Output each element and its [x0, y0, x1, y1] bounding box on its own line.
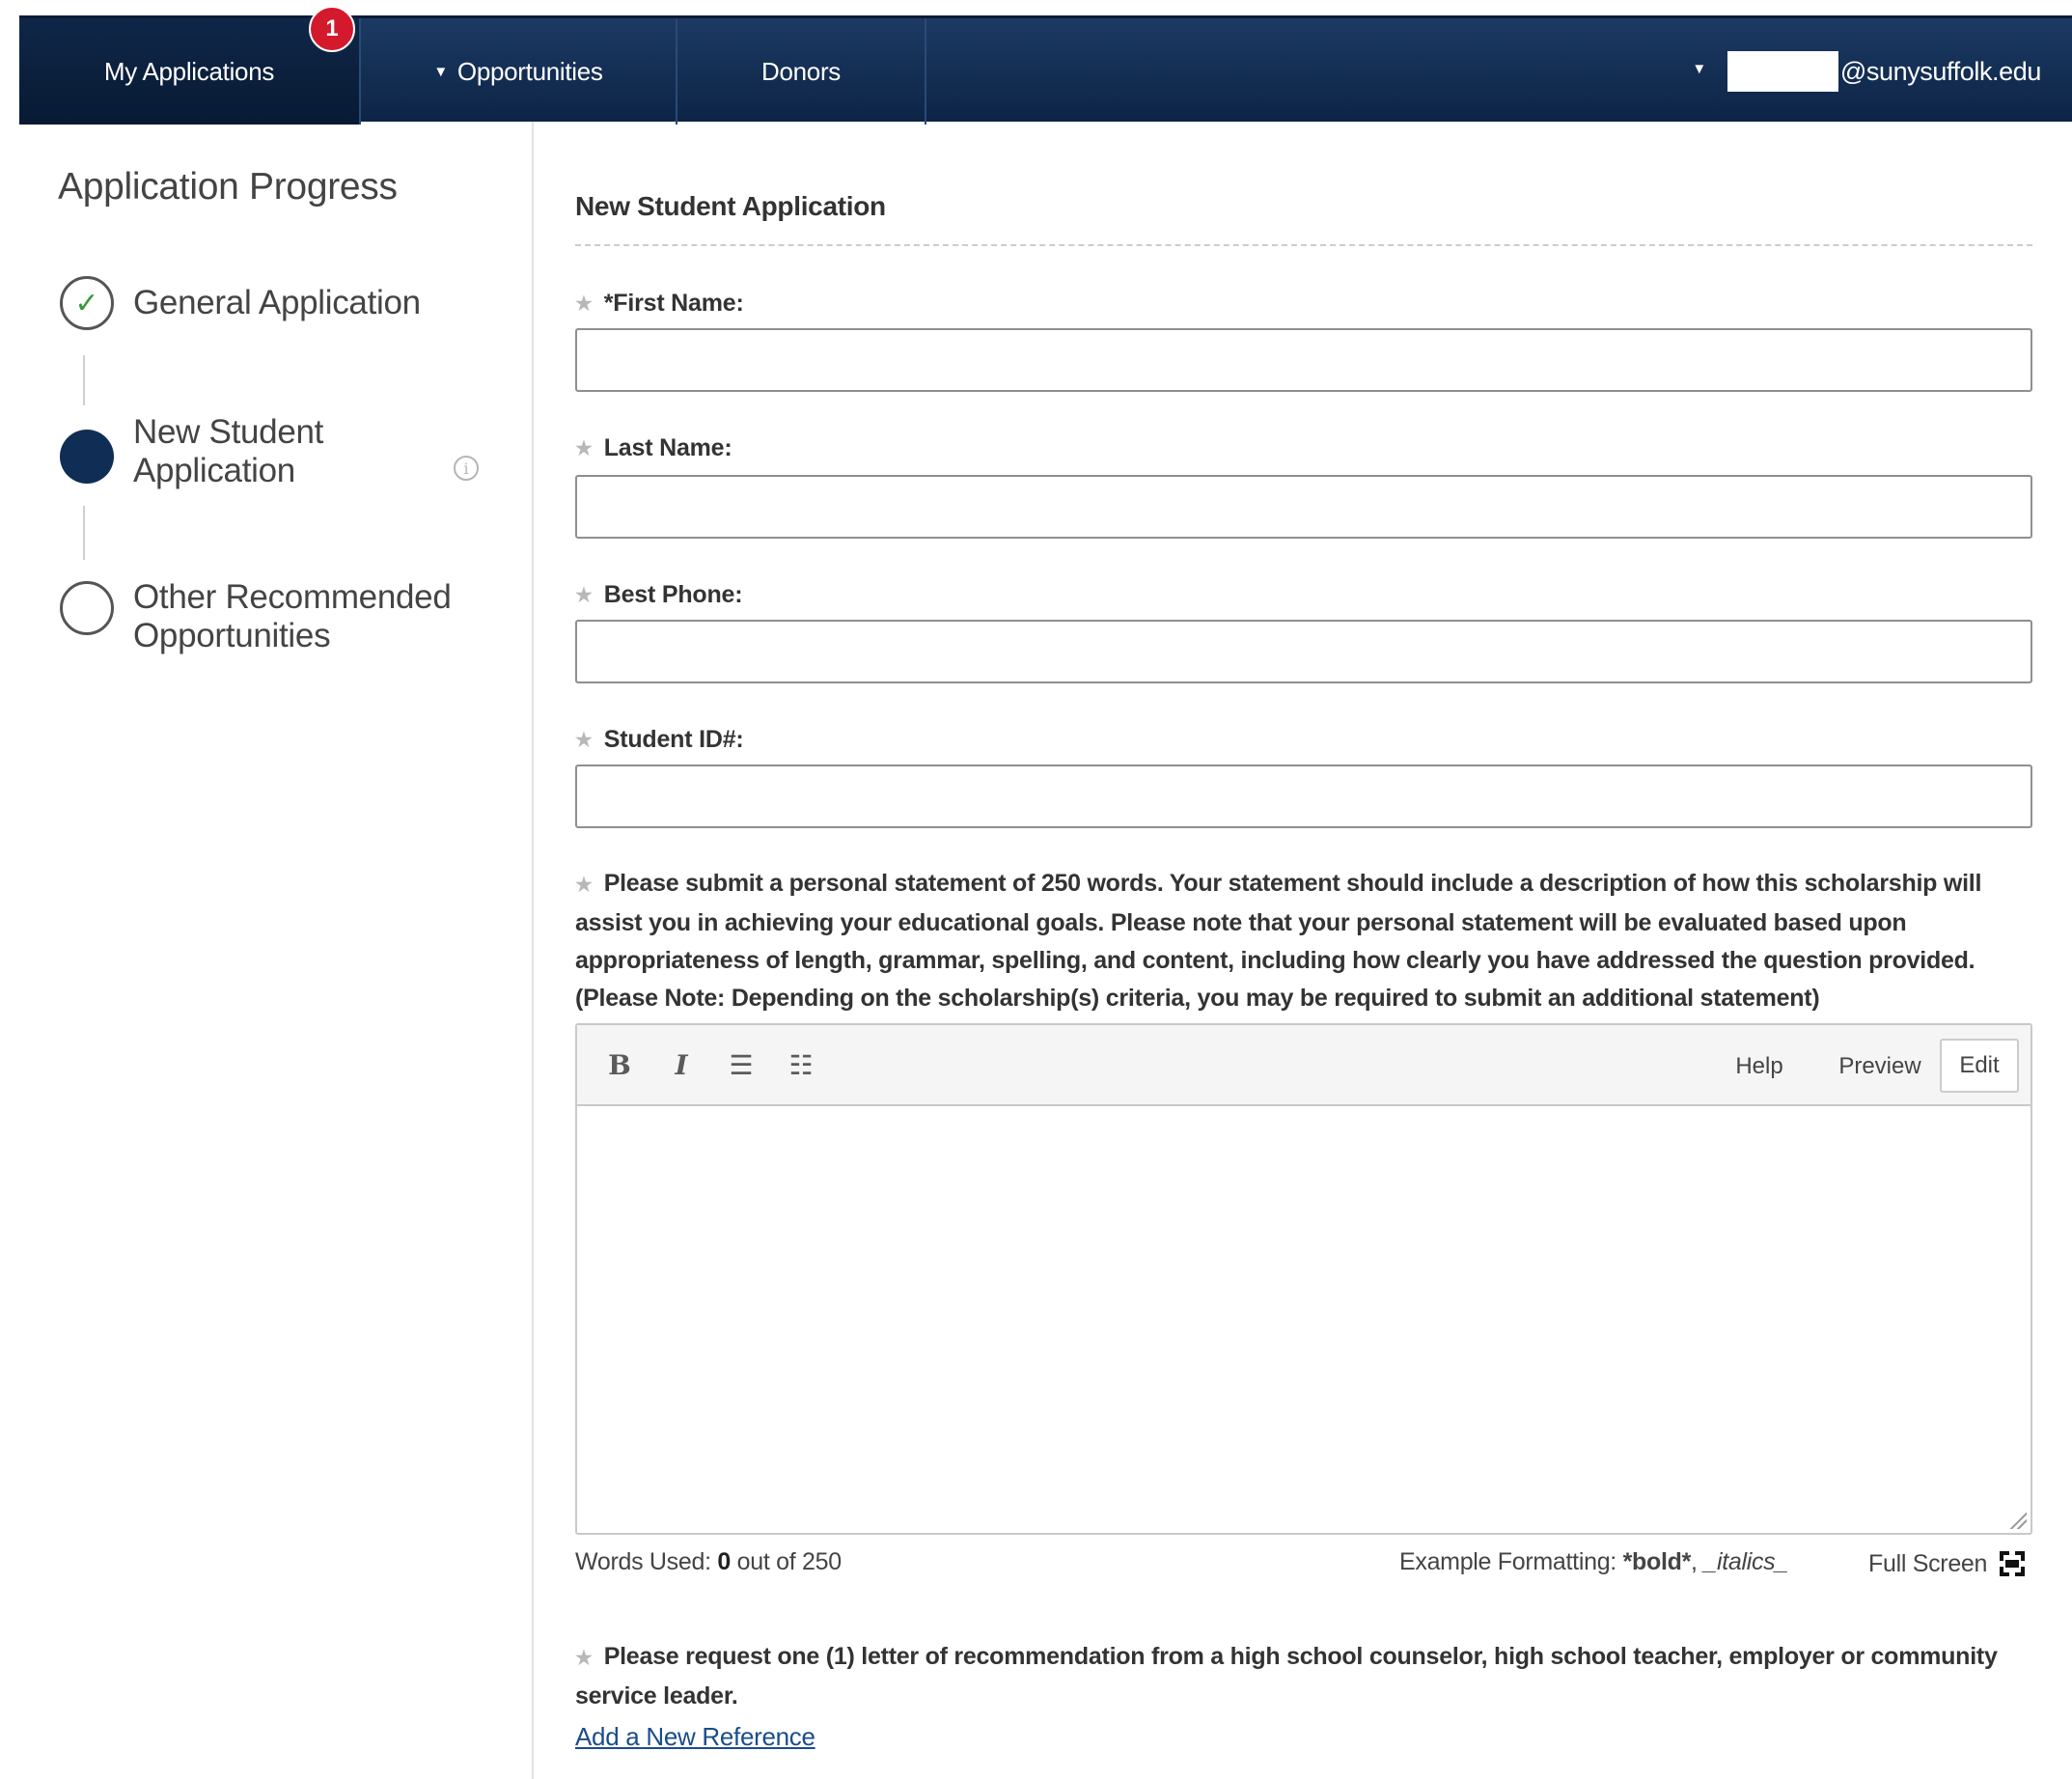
step-general-application[interactable]: General Application — [133, 284, 421, 322]
help-button[interactable]: Help — [1716, 1044, 1803, 1089]
last-name-label: ★ Last Name: — [575, 434, 732, 462]
user-email: @sunysuffolk.edu — [1839, 56, 2042, 86]
info-icon[interactable]: i — [454, 456, 479, 481]
preview-button[interactable]: Preview — [1822, 1044, 1938, 1089]
caret-down-icon: ▼ — [1692, 60, 1706, 77]
required-star-icon: ★ — [575, 293, 593, 315]
user-menu[interactable]: ▼ @sunysuffolk.edu — [1692, 18, 2041, 125]
step-other-recommended-opportunities[interactable]: Other Recommended Opportunities — [133, 578, 452, 655]
label-text: *First Name: — [603, 290, 744, 317]
tab-donors[interactable]: Donors — [677, 18, 926, 125]
add-reference-link[interactable]: Add a New Reference — [575, 1722, 815, 1752]
example-formatting-label: Example Formatting: — [1399, 1548, 1616, 1575]
personal-statement-editor: B I ☰ ☷ Help Preview Edit — [575, 1023, 2032, 1535]
student-id-label: ★ Student ID#: — [575, 726, 744, 754]
required-star-icon: ★ — [575, 875, 593, 896]
best-phone-input[interactable] — [575, 620, 2032, 683]
tab-my-applications-label: My Applications — [103, 56, 275, 86]
personal-statement-prompt: ★ Please submit a personal statement of 2… — [575, 865, 2037, 1017]
first-name-input[interactable] — [575, 328, 2032, 392]
word-count-value: 0 — [717, 1548, 731, 1575]
form-heading: New Student Application — [575, 191, 886, 221]
step-complete-check-icon: ✓ — [60, 276, 114, 330]
label-text: Best Phone: — [603, 581, 743, 608]
edit-button[interactable]: Edit — [1940, 1039, 2019, 1093]
tab-opportunities-label: Opportunities — [456, 56, 603, 86]
word-count-label: Words Used: — [575, 1548, 711, 1575]
resize-handle-icon[interactable] — [2009, 1512, 2027, 1529]
sidebar-divider — [532, 122, 534, 1779]
step-label: New Student — [133, 413, 324, 451]
required-star-icon: ★ — [575, 438, 593, 459]
tab-opportunities[interactable]: ▼ Opportunities — [361, 18, 677, 125]
ordered-list-icon[interactable]: ☰ — [722, 1044, 760, 1085]
editor-toolbar: B I ☰ ☷ Help Preview Edit — [577, 1025, 2031, 1106]
example-italics: _italics_ — [1703, 1548, 1788, 1575]
bold-icon[interactable]: B — [600, 1044, 639, 1085]
notification-badge: 1 — [309, 6, 355, 52]
personal-statement-textarea[interactable] — [577, 1106, 2031, 1533]
step-new-student-application[interactable]: New Student Application — [133, 413, 323, 490]
progress-title: Application Progress — [58, 166, 398, 208]
fullscreen-icon — [1997, 1548, 2028, 1579]
example-separator: , — [1691, 1548, 1698, 1575]
fullscreen-button[interactable]: Full Screen — [1868, 1548, 2028, 1579]
best-phone-label: ★ Best Phone: — [575, 581, 743, 609]
tab-donors-label: Donors — [760, 56, 841, 86]
word-count-limit: out of 250 — [736, 1548, 843, 1575]
label-text: Last Name: — [603, 434, 732, 461]
required-star-icon: ★ — [575, 585, 593, 606]
prompt-text: Please submit a personal statement of 25… — [575, 870, 1982, 1012]
label-text: Student ID#: — [603, 726, 744, 753]
required-star-icon: ★ — [575, 1648, 593, 1669]
top-navbar: My Applications 1 ▼ Opportunities Donors… — [19, 6, 2072, 125]
step-label: Other Recommended — [133, 578, 452, 616]
unordered-list-icon[interactable]: ☷ — [782, 1044, 820, 1085]
step-connector — [83, 355, 85, 405]
step-label: Application — [133, 452, 295, 489]
prompt-text: Please request one (1) letter of recomme… — [575, 1643, 1998, 1710]
example-formatting: Example Formatting: *bold*, _italics_ — [1399, 1548, 1788, 1576]
last-name-input[interactable] — [575, 475, 2032, 539]
fullscreen-label: Full Screen — [1868, 1549, 1988, 1577]
step-incomplete-icon — [60, 581, 114, 635]
italic-icon[interactable]: I — [662, 1044, 701, 1085]
example-bold: *bold* — [1622, 1548, 1692, 1575]
first-name-label: ★ *First Name: — [575, 290, 744, 318]
word-count: Words Used: 0 out of 250 — [575, 1548, 842, 1576]
recommendation-prompt: ★ Please request one (1) letter of recomm… — [575, 1638, 2023, 1715]
heading-divider — [575, 244, 2032, 246]
step-connector — [83, 506, 85, 560]
step-current-icon — [60, 430, 114, 484]
step-label: Opportunities — [133, 617, 331, 654]
caret-down-icon: ▼ — [433, 63, 448, 80]
student-id-input[interactable] — [575, 764, 2032, 828]
required-star-icon: ★ — [575, 730, 593, 751]
step-label: General Application — [133, 284, 421, 321]
redacted-username — [1727, 51, 1838, 92]
